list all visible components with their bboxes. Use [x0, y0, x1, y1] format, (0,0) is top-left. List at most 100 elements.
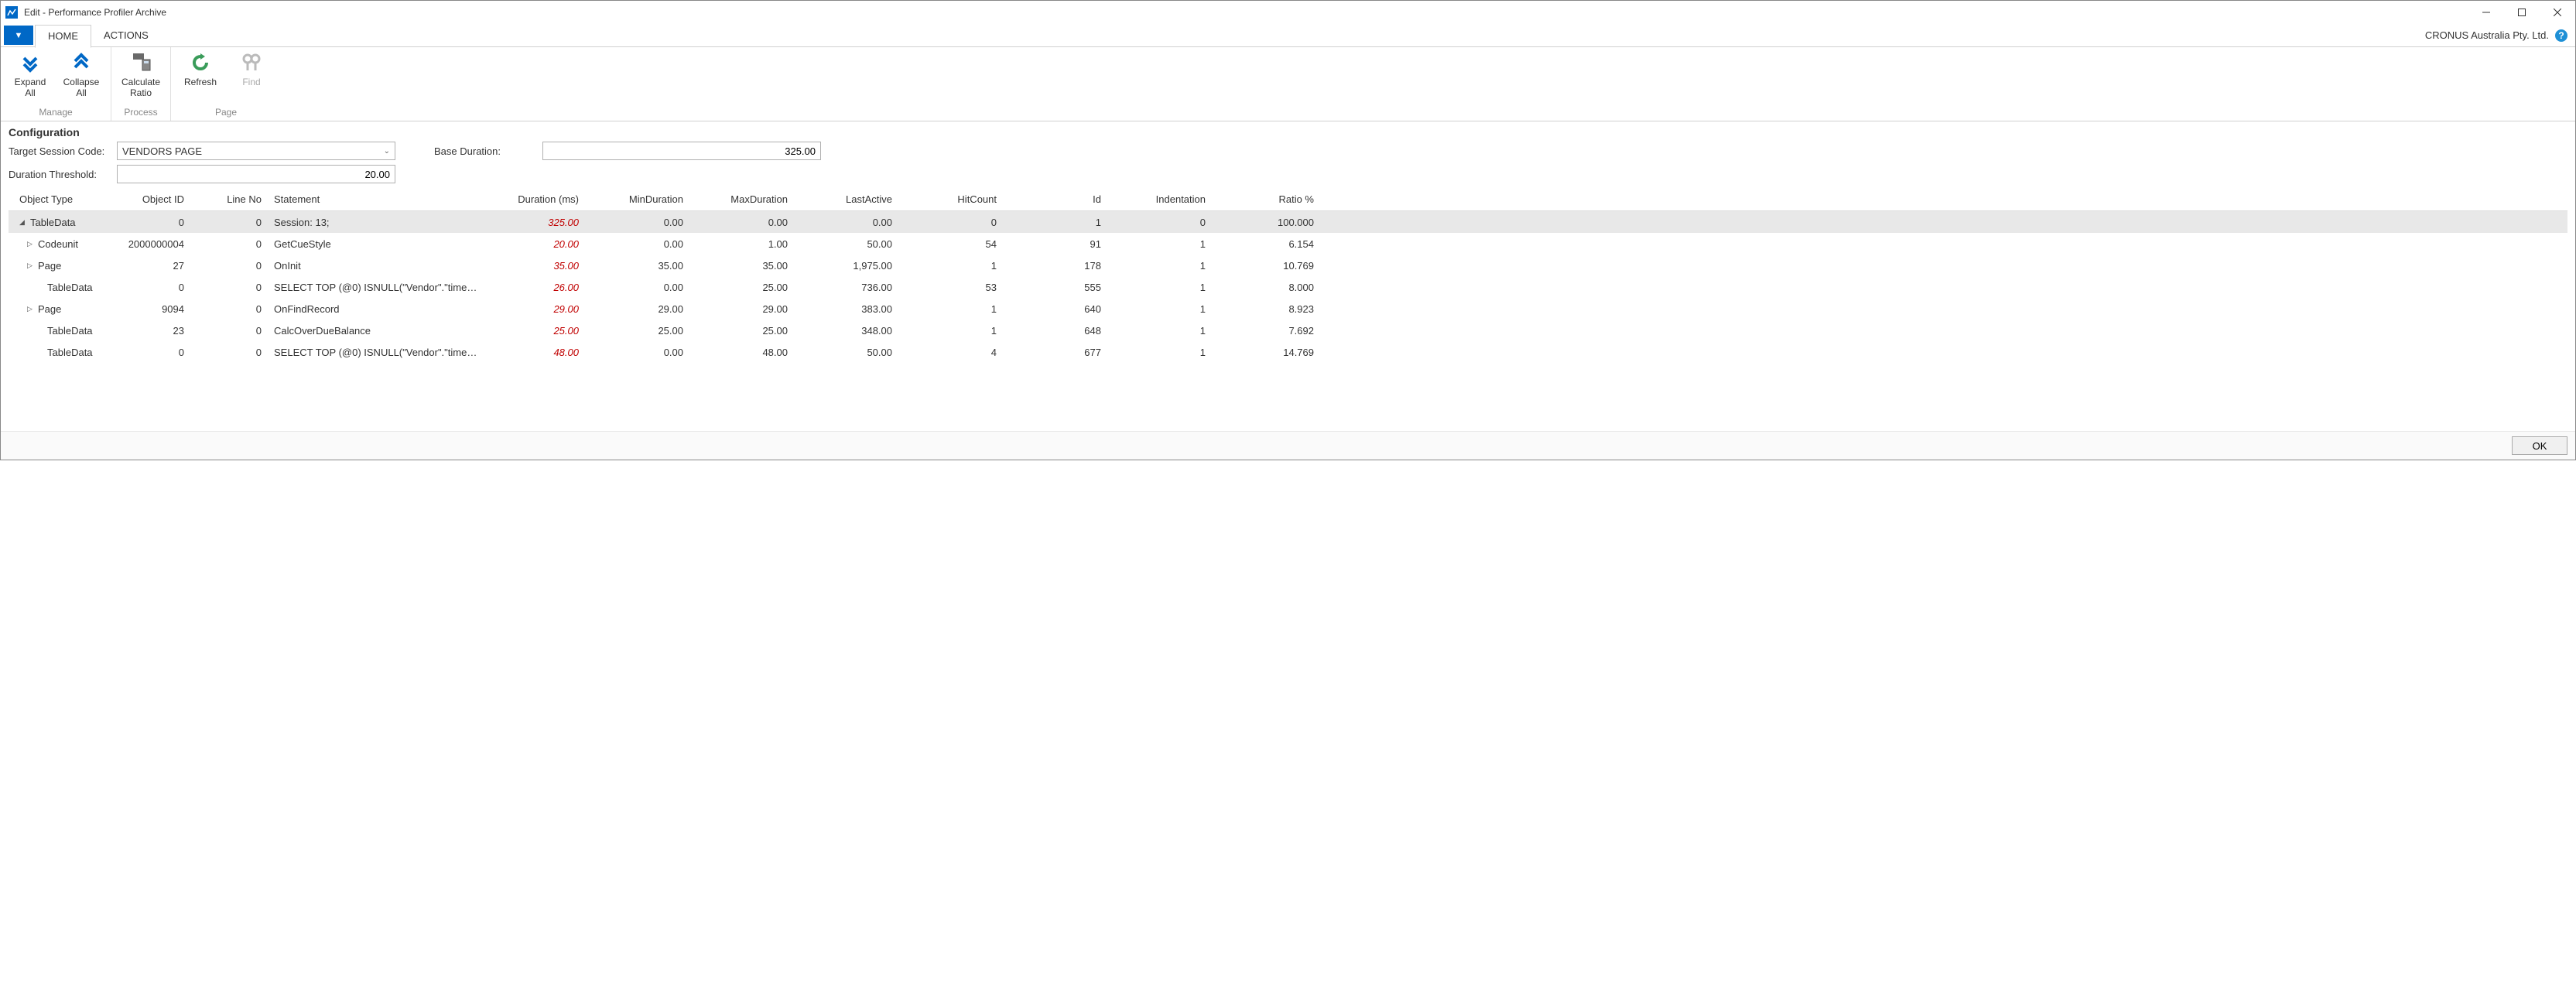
col-lineno[interactable]: Line No: [190, 193, 268, 205]
calculator-icon: [128, 50, 153, 75]
cell-objid: 0: [109, 347, 190, 358]
cell-objid: 27: [109, 260, 190, 272]
cell-max: 1.00: [689, 238, 794, 250]
ribbon-group-page: Refresh Find Page: [171, 47, 281, 121]
collapse-all-button[interactable]: Collapse All: [60, 50, 103, 99]
calculate-ratio-button[interactable]: Calculate Ratio: [119, 50, 162, 99]
col-objid[interactable]: Object ID: [109, 193, 190, 205]
cell-ratio: 100.000: [1212, 217, 1320, 228]
calculate-ratio-label: Calculate Ratio: [119, 77, 162, 99]
col-mindur[interactable]: MinDuration: [585, 193, 689, 205]
table-row[interactable]: TableData00SELECT TOP (@0) ISNULL("Vendo…: [9, 341, 2567, 363]
cell-id: 178: [1003, 260, 1107, 272]
col-objtype[interactable]: Object Type: [9, 193, 109, 205]
tree-toggle-icon[interactable]: ▷: [27, 240, 35, 248]
table-row[interactable]: ▷Codeunit20000000040GetCueStyle20.000.00…: [9, 233, 2567, 255]
ribbon-group-process: Calculate Ratio Process: [111, 47, 171, 121]
cell-max: 25.00: [689, 282, 794, 293]
cell-objtype: ◢TableData: [9, 217, 109, 228]
cell-min: 29.00: [585, 303, 689, 315]
cell-objid: 0: [109, 217, 190, 228]
col-hitcount[interactable]: HitCount: [898, 193, 1003, 205]
tree-toggle-icon[interactable]: ▷: [27, 305, 35, 313]
col-stmt[interactable]: Statement: [268, 193, 484, 205]
col-dur[interactable]: Duration (ms): [484, 193, 585, 205]
cell-objid: 9094: [109, 303, 190, 315]
tab-actions[interactable]: ACTIONS: [91, 24, 161, 47]
refresh-button[interactable]: Refresh: [179, 50, 222, 88]
cell-stmt: SELECT TOP (@0) ISNULL("Vendor"."timest…: [268, 347, 484, 358]
table-row[interactable]: ◢TableData00Session: 13;325.000.000.000.…: [9, 211, 2567, 233]
close-button[interactable]: [2540, 1, 2575, 24]
cell-max: 0.00: [689, 217, 794, 228]
cell-id: 91: [1003, 238, 1107, 250]
cell-id: 555: [1003, 282, 1107, 293]
duration-threshold-input[interactable]: [117, 165, 395, 183]
minimize-button[interactable]: [2468, 1, 2504, 24]
tree-toggle-icon[interactable]: ▷: [27, 261, 35, 270]
refresh-label: Refresh: [184, 77, 217, 88]
cell-min: 25.00: [585, 325, 689, 337]
titlebar: Edit - Performance Profiler Archive: [1, 1, 2575, 24]
cell-stmt: GetCueStyle: [268, 238, 484, 250]
find-button[interactable]: Find: [230, 50, 273, 88]
cell-indent: 1: [1107, 325, 1212, 337]
cell-duration: 48.00: [484, 347, 585, 358]
col-ratio[interactable]: Ratio %: [1212, 193, 1320, 205]
cell-stmt: OnInit: [268, 260, 484, 272]
cell-duration: 26.00: [484, 282, 585, 293]
group-process-label: Process: [124, 107, 157, 121]
cell-lineno: 0: [190, 282, 268, 293]
file-tab[interactable]: ▼: [4, 26, 33, 45]
content: Configuration Target Session Code: VENDO…: [1, 121, 2575, 366]
table-row[interactable]: ▷Page270OnInit35.0035.0035.001,975.00117…: [9, 255, 2567, 276]
cell-hit: 1: [898, 325, 1003, 337]
target-session-combo[interactable]: VENDORS PAGE ⌄: [117, 142, 395, 160]
cell-max: 35.00: [689, 260, 794, 272]
base-duration-field: Base Duration:: [434, 142, 821, 160]
ok-button[interactable]: OK: [2512, 436, 2567, 455]
cell-last: 736.00: [794, 282, 898, 293]
table-row[interactable]: TableData230CalcOverDueBalance25.0025.00…: [9, 320, 2567, 341]
target-session-label: Target Session Code:: [9, 145, 117, 157]
data-grid: Object Type Object ID Line No Statement …: [9, 188, 2567, 363]
col-id[interactable]: Id: [1003, 193, 1107, 205]
ribbon: Expand All Collapse All Manage Calculate…: [1, 47, 2575, 121]
cell-objtype: ▷Page: [9, 260, 109, 272]
cell-objtype: TableData: [9, 347, 109, 358]
table-row[interactable]: TableData00SELECT TOP (@0) ISNULL("Vendo…: [9, 276, 2567, 298]
cell-stmt: CalcOverDueBalance: [268, 325, 484, 337]
grid-body: ◢TableData00Session: 13;325.000.000.000.…: [9, 211, 2567, 363]
expand-all-label: Expand All: [9, 77, 52, 99]
cell-objid: 0: [109, 282, 190, 293]
col-lastactive[interactable]: LastActive: [794, 193, 898, 205]
cell-min: 0.00: [585, 238, 689, 250]
tree-toggle-icon[interactable]: ◢: [19, 218, 27, 227]
tab-home[interactable]: HOME: [35, 25, 91, 48]
cell-objid: 23: [109, 325, 190, 337]
cell-id: 648: [1003, 325, 1107, 337]
help-icon[interactable]: ?: [2554, 28, 2569, 43]
cell-objid: 2000000004: [109, 238, 190, 250]
duration-threshold-field: Duration Threshold:: [9, 165, 395, 183]
cell-last: 0.00: [794, 217, 898, 228]
table-row[interactable]: ▷Page90940OnFindRecord29.0029.0029.00383…: [9, 298, 2567, 320]
cell-ratio: 6.154: [1212, 238, 1320, 250]
cell-ratio: 14.769: [1212, 347, 1320, 358]
cell-hit: 1: [898, 303, 1003, 315]
cell-id: 640: [1003, 303, 1107, 315]
cell-objtype: ▷Codeunit: [9, 238, 109, 250]
base-duration-input[interactable]: [542, 142, 821, 160]
find-label: Find: [242, 77, 260, 88]
collapse-all-label: Collapse All: [60, 77, 103, 99]
col-indent[interactable]: Indentation: [1107, 193, 1212, 205]
maximize-button[interactable]: [2504, 1, 2540, 24]
config-heading: Configuration: [9, 126, 2567, 138]
expand-all-button[interactable]: Expand All: [9, 50, 52, 99]
cell-ratio: 7.692: [1212, 325, 1320, 337]
chevron-down-icon: ▼: [15, 31, 23, 40]
cell-ratio: 8.923: [1212, 303, 1320, 315]
cell-ratio: 10.769: [1212, 260, 1320, 272]
cell-duration: 29.00: [484, 303, 585, 315]
col-maxdur[interactable]: MaxDuration: [689, 193, 794, 205]
